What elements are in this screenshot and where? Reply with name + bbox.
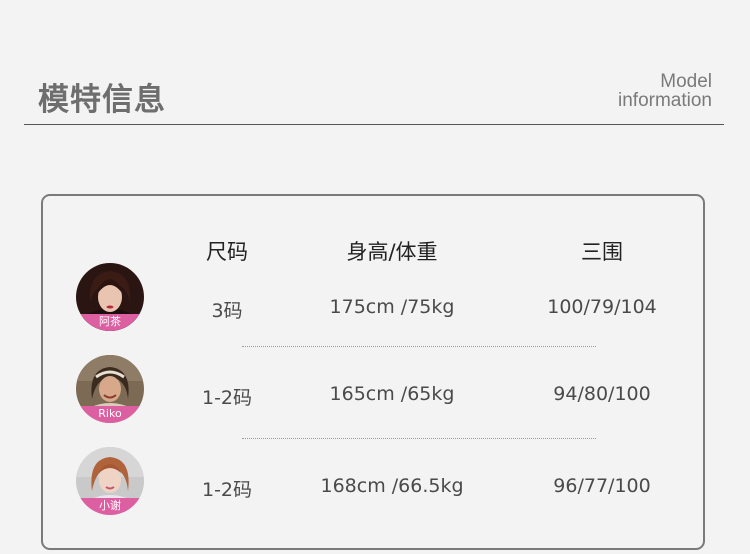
- model-name-badge: 小谢: [76, 498, 144, 515]
- model-avatar: 阿茶: [76, 263, 144, 331]
- header-divider: [24, 124, 724, 125]
- row-3-height-weight: 168cm /66.5kg: [320, 475, 464, 497]
- page-title: 模特信息: [38, 82, 166, 118]
- row-1-measurements: 100/79/104: [547, 296, 657, 318]
- row-1-size: 3码: [211, 300, 243, 322]
- model-avatar: Riko: [76, 355, 144, 423]
- row-3-size: 1-2码: [201, 479, 253, 501]
- header-height-weight: 身高/体重: [346, 240, 438, 264]
- header-size: 尺码: [206, 240, 248, 264]
- row-divider: [242, 438, 596, 439]
- title-english-line-2: information: [618, 90, 712, 111]
- row-3-measurements: 96/77/100: [553, 475, 651, 497]
- header-measurements: 三围: [581, 240, 623, 264]
- row-2-height-weight: 165cm /65kg: [329, 383, 455, 405]
- row-divider: [242, 346, 596, 347]
- row-2-size: 1-2码: [201, 387, 253, 409]
- model-name-badge: Riko: [76, 406, 144, 423]
- row-1-height-weight: 175cm /75kg: [329, 296, 455, 318]
- model-avatar: 小谢: [76, 447, 144, 515]
- page-title-english: Model information: [618, 72, 712, 110]
- row-2-measurements: 94/80/100: [553, 383, 651, 405]
- title-english-line-1: Model: [660, 71, 712, 92]
- model-name-badge: 阿茶: [76, 314, 144, 331]
